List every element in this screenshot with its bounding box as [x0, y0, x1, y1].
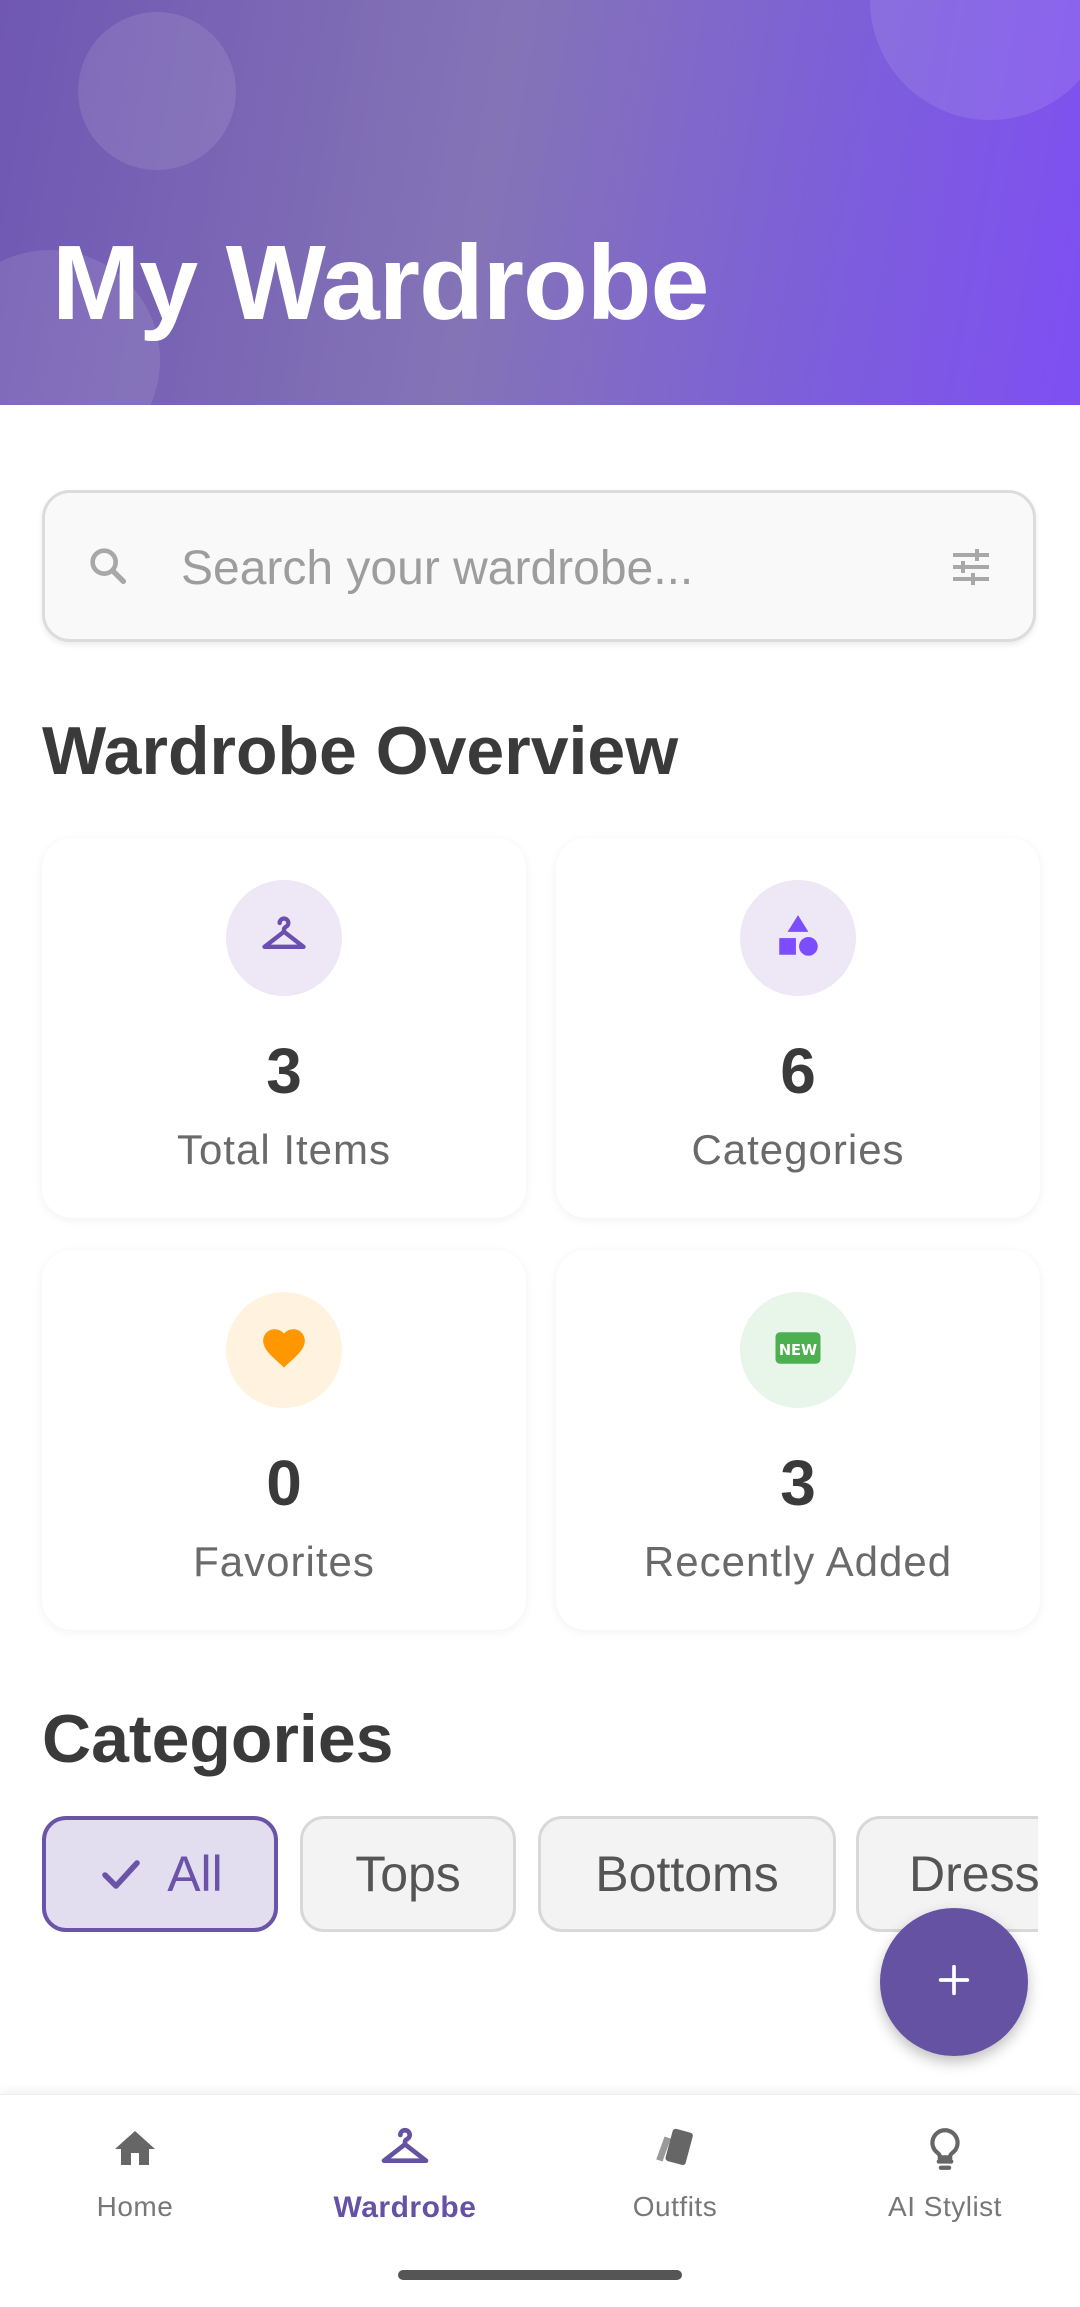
home-indicator[interactable] — [398, 2270, 682, 2280]
header-banner: My Wardrobe — [0, 0, 1080, 405]
stat-card-favorites[interactable]: 0 Favorites — [42, 1250, 526, 1630]
stat-value: 3 — [780, 1447, 816, 1519]
new-badge-icon: NEW — [771, 1321, 825, 1380]
overview-title: Wardrobe Overview — [42, 713, 679, 789]
chip-label: Bottoms — [595, 1846, 779, 1902]
nav-label: AI Stylist — [888, 2191, 1002, 2222]
page-title: My Wardrobe — [52, 224, 709, 342]
decor-bubble — [870, 0, 1080, 120]
svg-text:NEW: NEW — [779, 1342, 817, 1359]
nav-item-wardrobe[interactable]: Wardrobe — [270, 2121, 540, 2231]
home-icon — [111, 2125, 159, 2178]
lightbulb-icon — [920, 2124, 970, 2179]
tune-icon[interactable] — [947, 543, 995, 596]
nav-item-home[interactable]: Home — [0, 2121, 270, 2231]
nav-item-outfits[interactable]: Outfits — [540, 2121, 810, 2231]
check-icon — [97, 1850, 145, 1898]
stat-label: Favorites — [193, 1538, 375, 1585]
hanger-icon — [258, 910, 310, 967]
stat-card-categories[interactable]: 6 Categories — [556, 838, 1040, 1218]
chip-label: Tops — [355, 1846, 461, 1902]
category-chip-row: All Tops Bottoms Dress — [42, 1814, 1038, 1938]
search-bar[interactable] — [42, 490, 1036, 642]
icon-circle: NEW — [740, 1292, 856, 1408]
stat-card-recently-added[interactable]: NEW 3 Recently Added — [556, 1250, 1040, 1630]
nav-label: Outfits — [632, 2191, 718, 2222]
hanger-icon — [377, 2121, 433, 2182]
decor-bubble — [78, 12, 236, 170]
categories-title: Categories — [42, 1701, 394, 1777]
add-item-button[interactable] — [880, 1908, 1028, 2056]
style-cards-icon — [650, 2124, 700, 2179]
chip-label: All — [167, 1846, 223, 1902]
stat-value: 0 — [266, 1447, 302, 1519]
stat-value: 6 — [780, 1035, 816, 1107]
nav-item-ai-stylist[interactable]: AI Stylist — [810, 2121, 1080, 2231]
plus-icon — [934, 1960, 974, 2005]
search-input[interactable] — [179, 523, 943, 613]
stat-label: Total Items — [176, 1126, 392, 1173]
shapes-icon — [773, 911, 823, 966]
nav-label: Wardrobe — [333, 2191, 477, 2224]
icon-circle — [226, 880, 342, 996]
nav-label: Home — [96, 2191, 174, 2222]
chip-bottoms[interactable]: Bottoms — [538, 1816, 836, 1932]
stat-card-total-items[interactable]: 3 Total Items — [42, 838, 526, 1218]
icon-circle — [740, 880, 856, 996]
chip-label: Dress — [909, 1846, 1038, 1902]
icon-circle — [226, 1292, 342, 1408]
stat-value: 3 — [266, 1035, 302, 1107]
stat-label: Recently Added — [643, 1538, 953, 1585]
chip-all[interactable]: All — [42, 1816, 278, 1932]
stat-label: Categories — [691, 1126, 905, 1173]
chip-tops[interactable]: Tops — [300, 1816, 516, 1932]
search-icon — [85, 543, 131, 594]
heart-icon — [259, 1323, 309, 1378]
